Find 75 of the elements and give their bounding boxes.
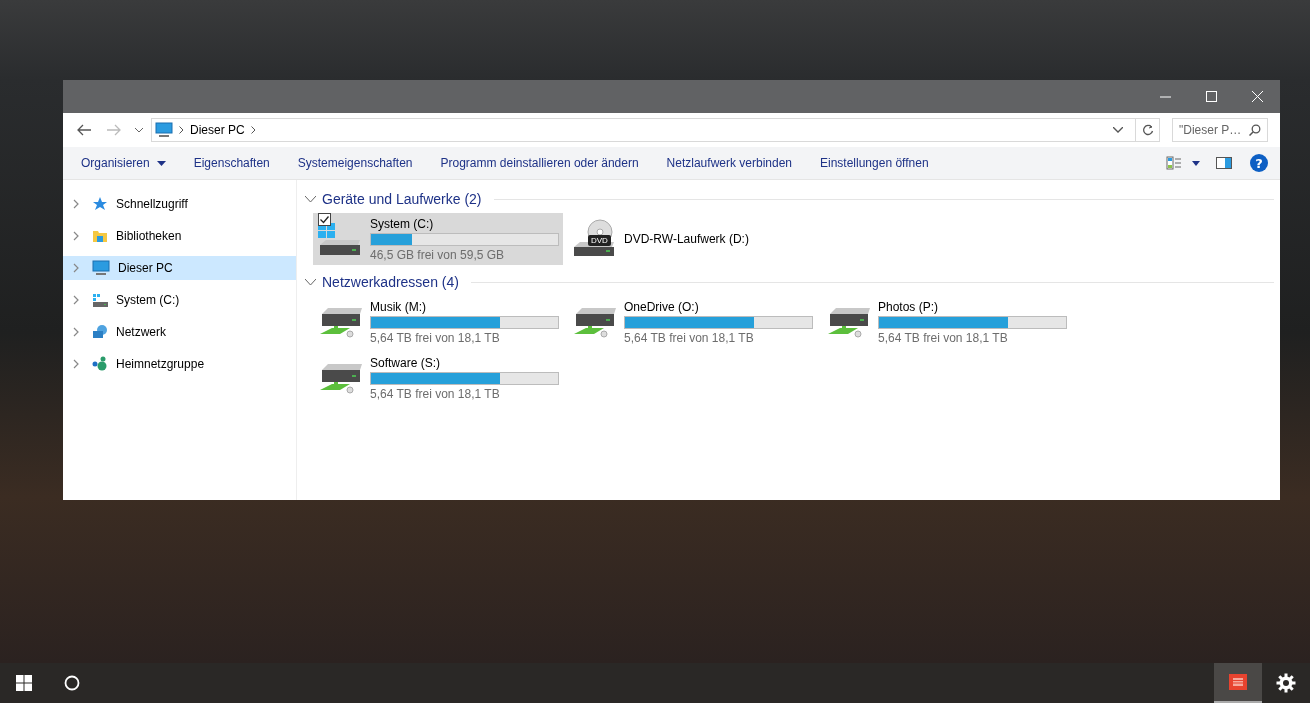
navigation-item[interactable]: System (C:)	[63, 288, 296, 312]
drive-name: System (C:)	[370, 216, 435, 231]
navigation-item[interactable]: Dieser PC	[63, 256, 296, 280]
drive-icon	[92, 292, 108, 308]
toolbar-button[interactable]: Systemeigenschaften	[285, 152, 425, 174]
chevron-down-icon	[135, 127, 143, 133]
dvd-label: DVD	[588, 235, 611, 246]
circle-icon	[64, 675, 80, 691]
navigation-label: Dieser PC	[118, 261, 173, 275]
refresh-icon	[1141, 124, 1154, 136]
expand-chevron-icon[interactable]	[72, 295, 80, 305]
expand-chevron-icon[interactable]	[72, 327, 80, 337]
drive-name: Software (S:)	[370, 355, 442, 370]
navigation-label: Netzwerk	[116, 325, 166, 339]
toolbar-button[interactable]: Organisieren	[69, 152, 178, 174]
details-view-icon	[1166, 156, 1200, 170]
computer-icon	[92, 260, 110, 276]
star-icon	[92, 196, 108, 212]
app-icon	[1229, 674, 1247, 690]
search-field[interactable]: "Dieser P…	[1172, 118, 1268, 142]
free-space-text: 5,64 TB frei von 18,1 TB	[370, 386, 501, 401]
help-button[interactable]: ?	[1250, 154, 1268, 172]
settings-icon	[1276, 673, 1296, 693]
drive-tile[interactable]: OneDrive (O:) 5,64 TB frei von 18,1 TB	[567, 296, 817, 348]
breadcrumb-chevron-icon[interactable]	[179, 126, 184, 134]
drive-tile[interactable]: Photos (P:) 5,64 TB frei von 18,1 TB	[821, 296, 1071, 348]
taskbar-app-button[interactable]	[1214, 663, 1262, 703]
homegroup-icon	[92, 356, 108, 372]
drive-name: DVD-RW-Laufwerk (D:)	[624, 232, 749, 246]
navigation-label: Heimnetzgruppe	[116, 357, 205, 371]
navigation-label: Bibliotheken	[116, 229, 182, 243]
navigation-item[interactable]: Schnellzugriff	[63, 192, 296, 216]
breadcrumb-chevron-icon[interactable]	[250, 126, 256, 134]
drive-name: Musik (M:)	[370, 299, 427, 314]
toolbar-button[interactable]: Eigenschaften	[181, 152, 282, 174]
close-icon	[1251, 91, 1263, 102]
navigation-label: System (C:)	[116, 293, 180, 307]
free-space-text: 5,64 TB frei von 18,1 TB	[624, 330, 755, 345]
drive-name: OneDrive (O:)	[624, 299, 700, 314]
folder-icon	[92, 228, 108, 244]
navigation-item[interactable]: Heimnetzgruppe	[63, 352, 296, 376]
forward-arrow-icon	[107, 124, 121, 136]
toolbar-button[interactable]: Einstellungen öffnen	[808, 152, 941, 174]
free-space-text: 5,64 TB frei von 18,1 TB	[370, 330, 501, 345]
back-arrow-icon	[77, 124, 91, 136]
navigation-item[interactable]: Netzwerk	[63, 320, 296, 344]
expand-chevron-icon[interactable]	[72, 231, 80, 241]
drive-tile[interactable]: Musik (M:) 5,64 TB frei von 18,1 TB	[313, 296, 563, 348]
drive-tile[interactable]: System (C:) 46,5 GB frei von 59,5 GB	[313, 213, 563, 265]
network-icon	[92, 324, 108, 340]
breadcrumb[interactable]: Dieser PC	[190, 123, 245, 137]
collapse-chevron-icon[interactable]	[305, 278, 316, 286]
address-bar[interactable]: Dieser PC	[151, 118, 1160, 142]
checkbox[interactable]	[318, 213, 331, 226]
expand-chevron-icon[interactable]	[72, 359, 80, 369]
maximize-icon	[1205, 91, 1217, 102]
preview-pane-icon	[1216, 157, 1232, 169]
toolbar-button[interactable]: Programm deinstallieren oder ändern	[428, 152, 651, 174]
windows-logo-icon	[16, 675, 32, 691]
dropdown-icon[interactable]	[1113, 127, 1123, 133]
toolbar-button[interactable]: Netzlaufwerk verbinden	[654, 152, 804, 174]
navigation-item[interactable]: Bibliotheken	[63, 224, 296, 248]
group-heading[interactable]: Geräte und Laufwerke (2)	[322, 191, 482, 207]
collapse-chevron-icon[interactable]	[305, 195, 316, 203]
expand-chevron-icon[interactable]	[72, 199, 80, 209]
drive-tile[interactable]: Software (S:) 5,64 TB frei von 18,1 TB	[313, 352, 563, 404]
computer-icon	[155, 122, 173, 138]
drive-name: Photos (P:)	[878, 299, 940, 314]
free-space-text: 46,5 GB frei von 59,5 GB	[370, 247, 506, 262]
navigation-label: Schnellzugriff	[116, 197, 188, 211]
group-heading[interactable]: Netzwerkadressen (4)	[322, 274, 459, 290]
search-icon	[1249, 124, 1261, 136]
expand-chevron-icon[interactable]	[72, 263, 80, 273]
drive-tile[interactable]: DVD DVD-RW-Laufwerk (D:)	[567, 213, 817, 265]
free-space-text: 5,64 TB frei von 18,1 TB	[878, 330, 1009, 345]
